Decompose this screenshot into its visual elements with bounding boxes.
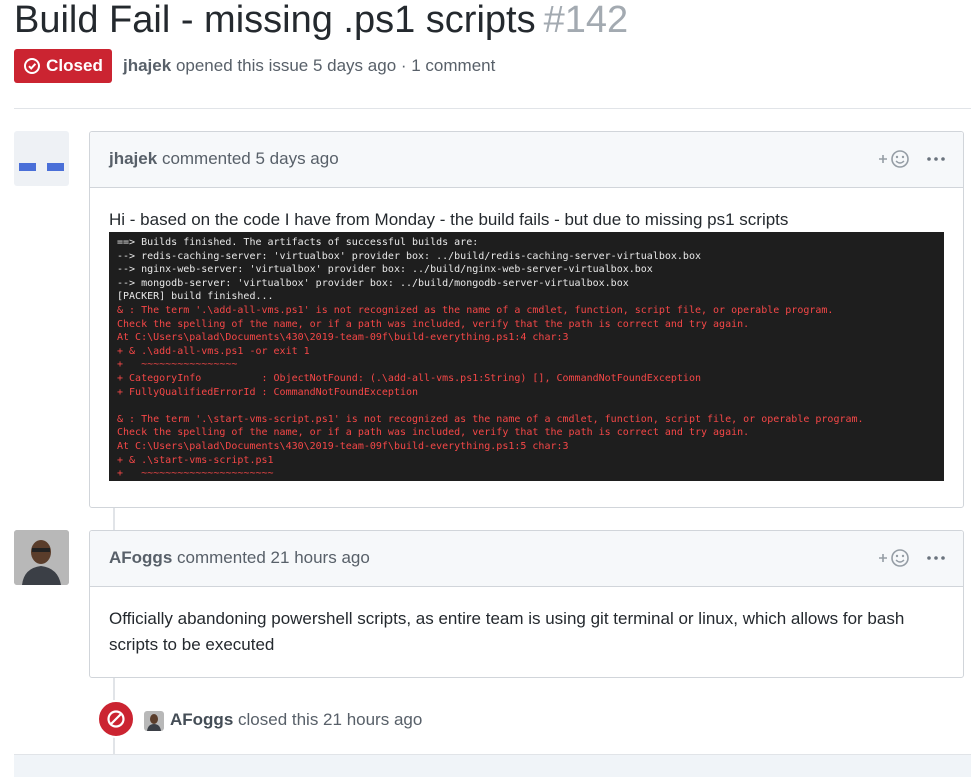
issue-author-link[interactable]: jhajek — [123, 56, 171, 75]
terminal-line: At C:\Users\palad\Documents\430\2019-tea… — [117, 332, 569, 344]
comment-author-link[interactable]: jhajek — [109, 149, 157, 168]
event-avatar-afoggs[interactable] — [144, 711, 164, 731]
terminal-line: Check the spelling of the name, or if a … — [117, 427, 750, 439]
closed-event-badge — [97, 700, 135, 738]
issue-opened-text: opened this issue 5 days ago · 1 comment — [175, 56, 496, 75]
issue-number: #142 — [543, 0, 629, 41]
issue-title-row: Build Fail - missing .ps1 scripts #142 — [14, 0, 628, 40]
terminal-line: + FullyQualifiedErrorId : CommandNotFoun… — [117, 386, 419, 398]
terminal-line: ==> Builds finished. The artifacts of su… — [117, 237, 479, 248]
issue-closed-icon — [24, 58, 41, 74]
comment-header: AFoggs commented 21 hours ago — [90, 531, 963, 587]
terminal-line: + & .\add-all-vms.ps1 -or exit 1 — [117, 345, 310, 357]
comment-body: Hi - based on the code I have from Monda… — [109, 210, 789, 229]
comment-timestamp[interactable]: commented 21 hours ago — [177, 548, 370, 567]
avatar-afoggs[interactable] — [14, 530, 69, 585]
comment-options-button[interactable] — [926, 547, 946, 569]
terminal-line: --> redis-caching-server: 'virtualbox' p… — [117, 250, 701, 262]
terminal-line: + CategoryInfo : ObjectNotFound: (.\add-… — [117, 372, 701, 384]
header-divider — [14, 108, 971, 109]
issue-meta: jhajek opened this issue 5 days ago · 1 … — [123, 56, 495, 76]
circle-slash-icon — [107, 710, 125, 728]
comment-afoggs: AFoggs commented 21 hours ago Officially… — [89, 530, 964, 678]
comment-options-button[interactable] — [926, 148, 946, 170]
close-event-description[interactable]: closed this 21 hours ago — [238, 710, 422, 729]
add-reaction-button[interactable] — [877, 547, 913, 569]
comment-jhajek: jhajek commented 5 days ago Hi - based o… — [89, 131, 964, 508]
terminal-line: & : The term '.\add-all-vms.ps1' is not … — [117, 304, 834, 316]
terminal-line: + & .\start-vms-script.ps1 — [117, 454, 274, 466]
add-reaction-button[interactable] — [877, 148, 913, 170]
terminal-line: At C:\Users\palad\Documents\430\2019-tea… — [117, 440, 569, 452]
terminal-line: [PACKER] build finished... — [117, 291, 274, 303]
timeline-connector — [113, 507, 115, 530]
comment-header: jhajek commented 5 days ago — [90, 132, 963, 188]
close-event-text: AFoggs closed this 21 hours ago — [170, 710, 422, 730]
issue-state-label: Closed — [46, 56, 103, 75]
terminal-line: --> mongodb-server: 'virtualbox' provide… — [117, 277, 629, 289]
smiley-icon — [879, 549, 909, 567]
terminal-line: + ~~~~~~~~~~~~~~~~ — [117, 359, 238, 371]
terminal-line: & : The term '.\start-vms-script.ps1' is… — [117, 413, 864, 425]
terminal-output-image: ==> Builds finished. The artifacts of su… — [109, 232, 944, 481]
terminal-line: --> nginx-web-server: 'virtualbox' provi… — [117, 264, 653, 276]
comment-author-link[interactable]: AFoggs — [109, 548, 172, 567]
kebab-horizontal-icon — [927, 157, 945, 161]
comment-body: Officially abandoning powershell scripts… — [109, 609, 905, 654]
timeline-connector — [113, 676, 115, 700]
close-event-author-link[interactable]: AFoggs — [170, 710, 233, 729]
kebab-horizontal-icon — [927, 556, 945, 560]
terminal-line: + ~~~~~~~~~~~~~~~~~~~~~~ — [117, 468, 274, 480]
terminal-line: Check the spelling of the name, or if a … — [117, 318, 750, 330]
bottom-section-strip — [14, 754, 971, 777]
issue-title: Build Fail - missing .ps1 scripts — [14, 0, 536, 41]
issue-state-badge: Closed — [14, 49, 112, 83]
avatar-jhajek[interactable] — [14, 131, 69, 186]
comment-timestamp[interactable]: commented 5 days ago — [162, 149, 339, 168]
smiley-icon — [879, 150, 909, 168]
